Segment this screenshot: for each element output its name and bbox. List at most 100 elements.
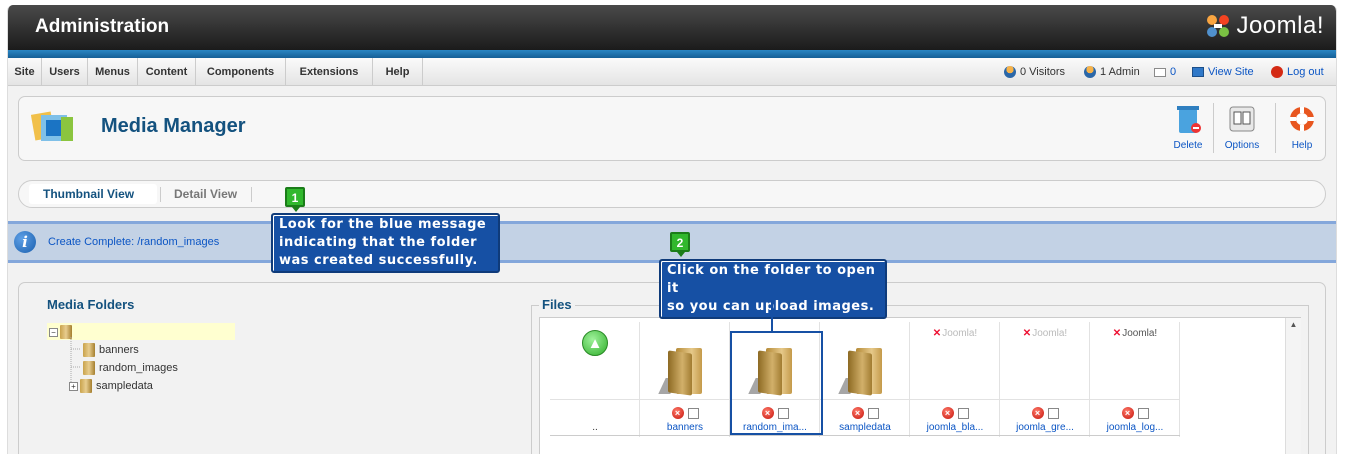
scroll-up-arrow-icon[interactable]: ▲	[1286, 320, 1301, 329]
item-controls: ×	[640, 406, 730, 420]
toolbar-panel: Media Manager Delete Options Help	[18, 96, 1326, 161]
menu-menus[interactable]: Menus	[88, 58, 138, 86]
options-icon	[1229, 106, 1255, 132]
file-item-sampledata[interactable]: × sampledata	[820, 322, 910, 437]
options-button[interactable]: Options	[1216, 103, 1268, 151]
view-site-link[interactable]: View Site	[1192, 58, 1254, 86]
folder-icon	[658, 348, 702, 396]
tab-separator	[160, 187, 161, 202]
menu-users[interactable]: Users	[42, 58, 88, 86]
folder-highlight-box	[730, 331, 823, 435]
folder-thumb	[640, 322, 730, 404]
file-item-joomla-green[interactable]: ✕ Joomla! × joomla_gre...	[1000, 322, 1090, 437]
delete-button[interactable]: Delete	[1162, 103, 1214, 151]
file-name[interactable]: banners	[640, 422, 730, 433]
file-name[interactable]: joomla_gre...	[1000, 422, 1090, 433]
tree-item-random-images[interactable]: random_images	[83, 361, 178, 375]
users-icon	[1004, 66, 1016, 78]
joomla-logo-thumb: ✕ Joomla!	[932, 327, 978, 339]
files-scrollbar[interactable]: ▲	[1285, 318, 1301, 454]
folder-icon	[83, 343, 95, 357]
select-checkbox[interactable]	[957, 407, 969, 419]
menu-help[interactable]: Help	[373, 58, 423, 86]
menu-content[interactable]: Content	[138, 58, 196, 86]
files-fieldset-border	[531, 305, 532, 454]
folder-icon	[83, 361, 95, 375]
view-tabs: Thumbnail View Detail View	[18, 180, 1326, 208]
row-divider	[550, 399, 1180, 400]
delete-icon[interactable]: ×	[851, 407, 864, 419]
messages-status[interactable]: 0	[1154, 58, 1176, 86]
toolbar-separator	[1213, 103, 1214, 153]
collapse-icon[interactable]: −	[49, 327, 58, 337]
expand-icon[interactable]: +	[69, 381, 78, 391]
select-checkbox[interactable]	[867, 407, 879, 419]
message-text: Create Complete: /random_images	[48, 236, 220, 248]
file-item-banners[interactable]: × banners	[640, 322, 730, 437]
admin-icon	[1084, 66, 1096, 78]
joomla-logo-thumb: ✕ Joomla!	[1112, 327, 1158, 339]
callout-connector	[771, 299, 773, 333]
joomla-logo: Joomla!	[1204, 12, 1324, 40]
files-fieldset-border	[1308, 305, 1309, 454]
item-controls: ×	[1090, 406, 1180, 420]
logout-link[interactable]: Log out	[1271, 58, 1324, 86]
up-label: ..	[592, 422, 598, 433]
monitor-icon	[1192, 67, 1204, 77]
callout-step-1: Look for the blue message indicating tha…	[271, 213, 500, 273]
tree-item-banners[interactable]: banners	[83, 343, 139, 357]
menu-extensions[interactable]: Extensions	[286, 58, 373, 86]
visitors-status: 0 Visitors	[1004, 58, 1065, 86]
item-controls: ×	[1000, 406, 1090, 420]
delete-icon[interactable]: ×	[941, 407, 954, 419]
tab-thumbnail-view[interactable]: Thumbnail View	[43, 187, 134, 201]
file-name[interactable]: sampledata	[820, 422, 910, 433]
media-folders-title: Media Folders	[47, 297, 135, 312]
main-menu: Site Users Menus Content Components Exte…	[8, 58, 1336, 86]
delete-icon[interactable]: ×	[1031, 407, 1044, 419]
delete-icon[interactable]: ×	[1121, 407, 1134, 419]
admins-status: 1 Admin	[1084, 58, 1140, 86]
files-grid: ▲ .. × banners × random_ima... × sampled…	[539, 317, 1301, 454]
folder-icon	[838, 348, 882, 396]
mail-icon	[1154, 67, 1166, 77]
file-name[interactable]: joomla_bla...	[910, 422, 1000, 433]
folder-up-cell[interactable]: ▲ ..	[550, 322, 640, 437]
page-title: Media Manager	[101, 115, 246, 137]
page-header-title: Administration	[35, 16, 170, 37]
image-thumb: ✕ Joomla!	[1000, 322, 1090, 404]
step-badge-1: 1	[285, 187, 305, 212]
lifebuoy-icon	[1290, 107, 1314, 131]
file-item-joomla-black[interactable]: ✕ Joomla! × joomla_bla...	[910, 322, 1000, 437]
tree-item-sampledata[interactable]: + sampledata	[69, 379, 153, 393]
file-name[interactable]: joomla_log...	[1090, 422, 1180, 433]
tab-detail-view[interactable]: Detail View	[174, 187, 237, 201]
admin-window: Administration Joomla! Site Users Menus …	[7, 5, 1337, 454]
image-thumb: ✕ Joomla!	[1090, 322, 1180, 404]
select-checkbox[interactable]	[1137, 407, 1149, 419]
menu-site[interactable]: Site	[8, 58, 42, 86]
help-button[interactable]: Help	[1276, 103, 1328, 151]
logout-icon	[1271, 66, 1283, 78]
files-fieldset-border	[531, 305, 1309, 306]
file-item-joomla-logo[interactable]: ✕ Joomla! × joomla_log...	[1090, 322, 1180, 437]
callout-step-2: Click on the folder to open it so you ca…	[659, 259, 887, 319]
row-divider	[550, 435, 1180, 436]
media-manager-icon	[31, 111, 73, 141]
image-thumb: ✕ Joomla!	[910, 322, 1000, 404]
item-controls: ×	[910, 406, 1000, 420]
header-accent-bar	[8, 50, 1336, 58]
joomla-logo-icon	[1207, 15, 1230, 37]
brand-text: Joomla!	[1236, 12, 1324, 39]
step-badge-2: 2	[670, 232, 690, 257]
trash-icon	[1177, 106, 1201, 133]
header-bar: Administration Joomla!	[8, 5, 1336, 50]
files-title: Files	[539, 297, 575, 312]
folder-icon	[80, 379, 92, 393]
select-checkbox[interactable]	[687, 407, 699, 419]
joomla-logo-thumb: ✕ Joomla!	[1022, 327, 1068, 339]
delete-icon[interactable]: ×	[671, 407, 684, 419]
select-checkbox[interactable]	[1047, 407, 1059, 419]
menu-components[interactable]: Components	[196, 58, 286, 86]
info-icon: i	[14, 231, 36, 253]
